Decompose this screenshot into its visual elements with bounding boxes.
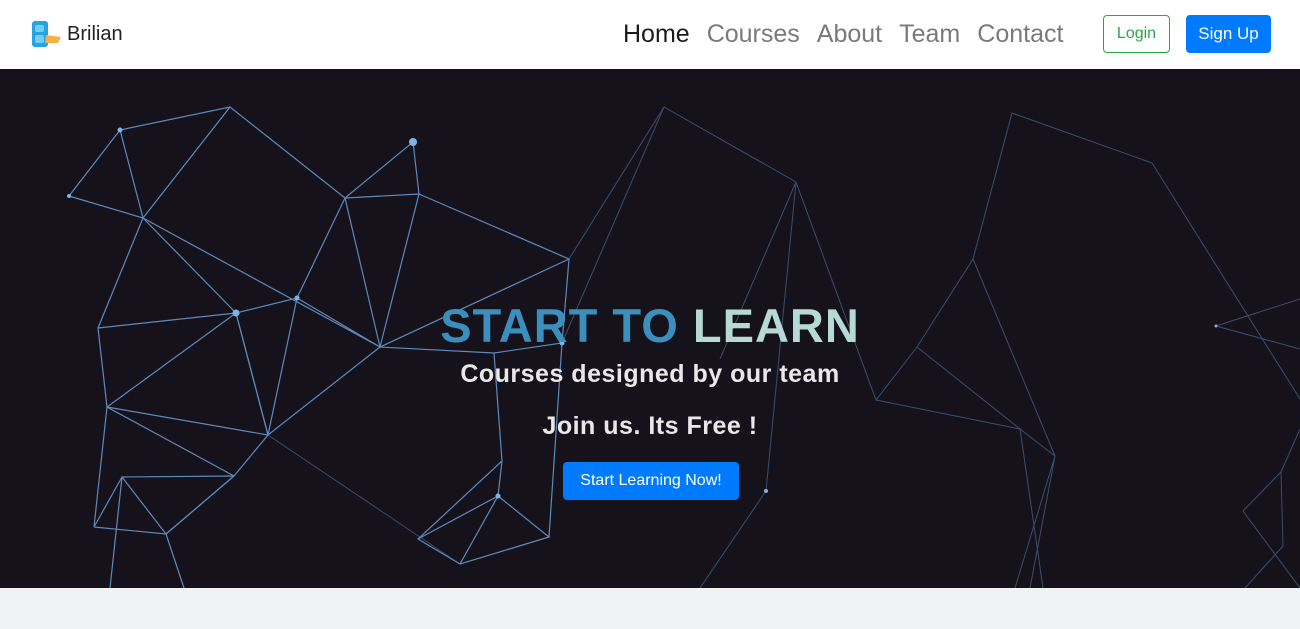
nav-link-contact[interactable]: Contact [977, 18, 1063, 50]
hero-section: START TO LEARN Courses designed by our t… [0, 69, 1300, 588]
hero-headline: START TO LEARN [0, 298, 1300, 353]
nav-link-about[interactable]: About [817, 18, 882, 50]
main-nav: Home Courses About Team Contact [623, 18, 1080, 50]
brand[interactable]: Brilian [31, 20, 123, 48]
hero-subtitle: Courses designed by our team [460, 360, 840, 388]
brand-name: Brilian [67, 22, 123, 45]
nav-link-team[interactable]: Team [899, 18, 960, 50]
start-learning-button[interactable]: Start Learning Now! [563, 462, 739, 500]
top-navbar: Brilian Home Courses About Team Contact … [0, 0, 1300, 69]
headline-part-1: START TO [440, 299, 679, 352]
signup-button[interactable]: Sign Up [1186, 15, 1271, 53]
nav-link-home[interactable]: Home [623, 18, 690, 50]
page-below-hero [0, 588, 1300, 629]
brilian-logo-icon [32, 21, 61, 47]
hero-tagline: Join us. Its Free ! [542, 412, 758, 440]
headline-part-2: LEARN [692, 299, 860, 352]
login-button[interactable]: Login [1103, 15, 1170, 53]
nav-link-courses[interactable]: Courses [707, 18, 800, 50]
